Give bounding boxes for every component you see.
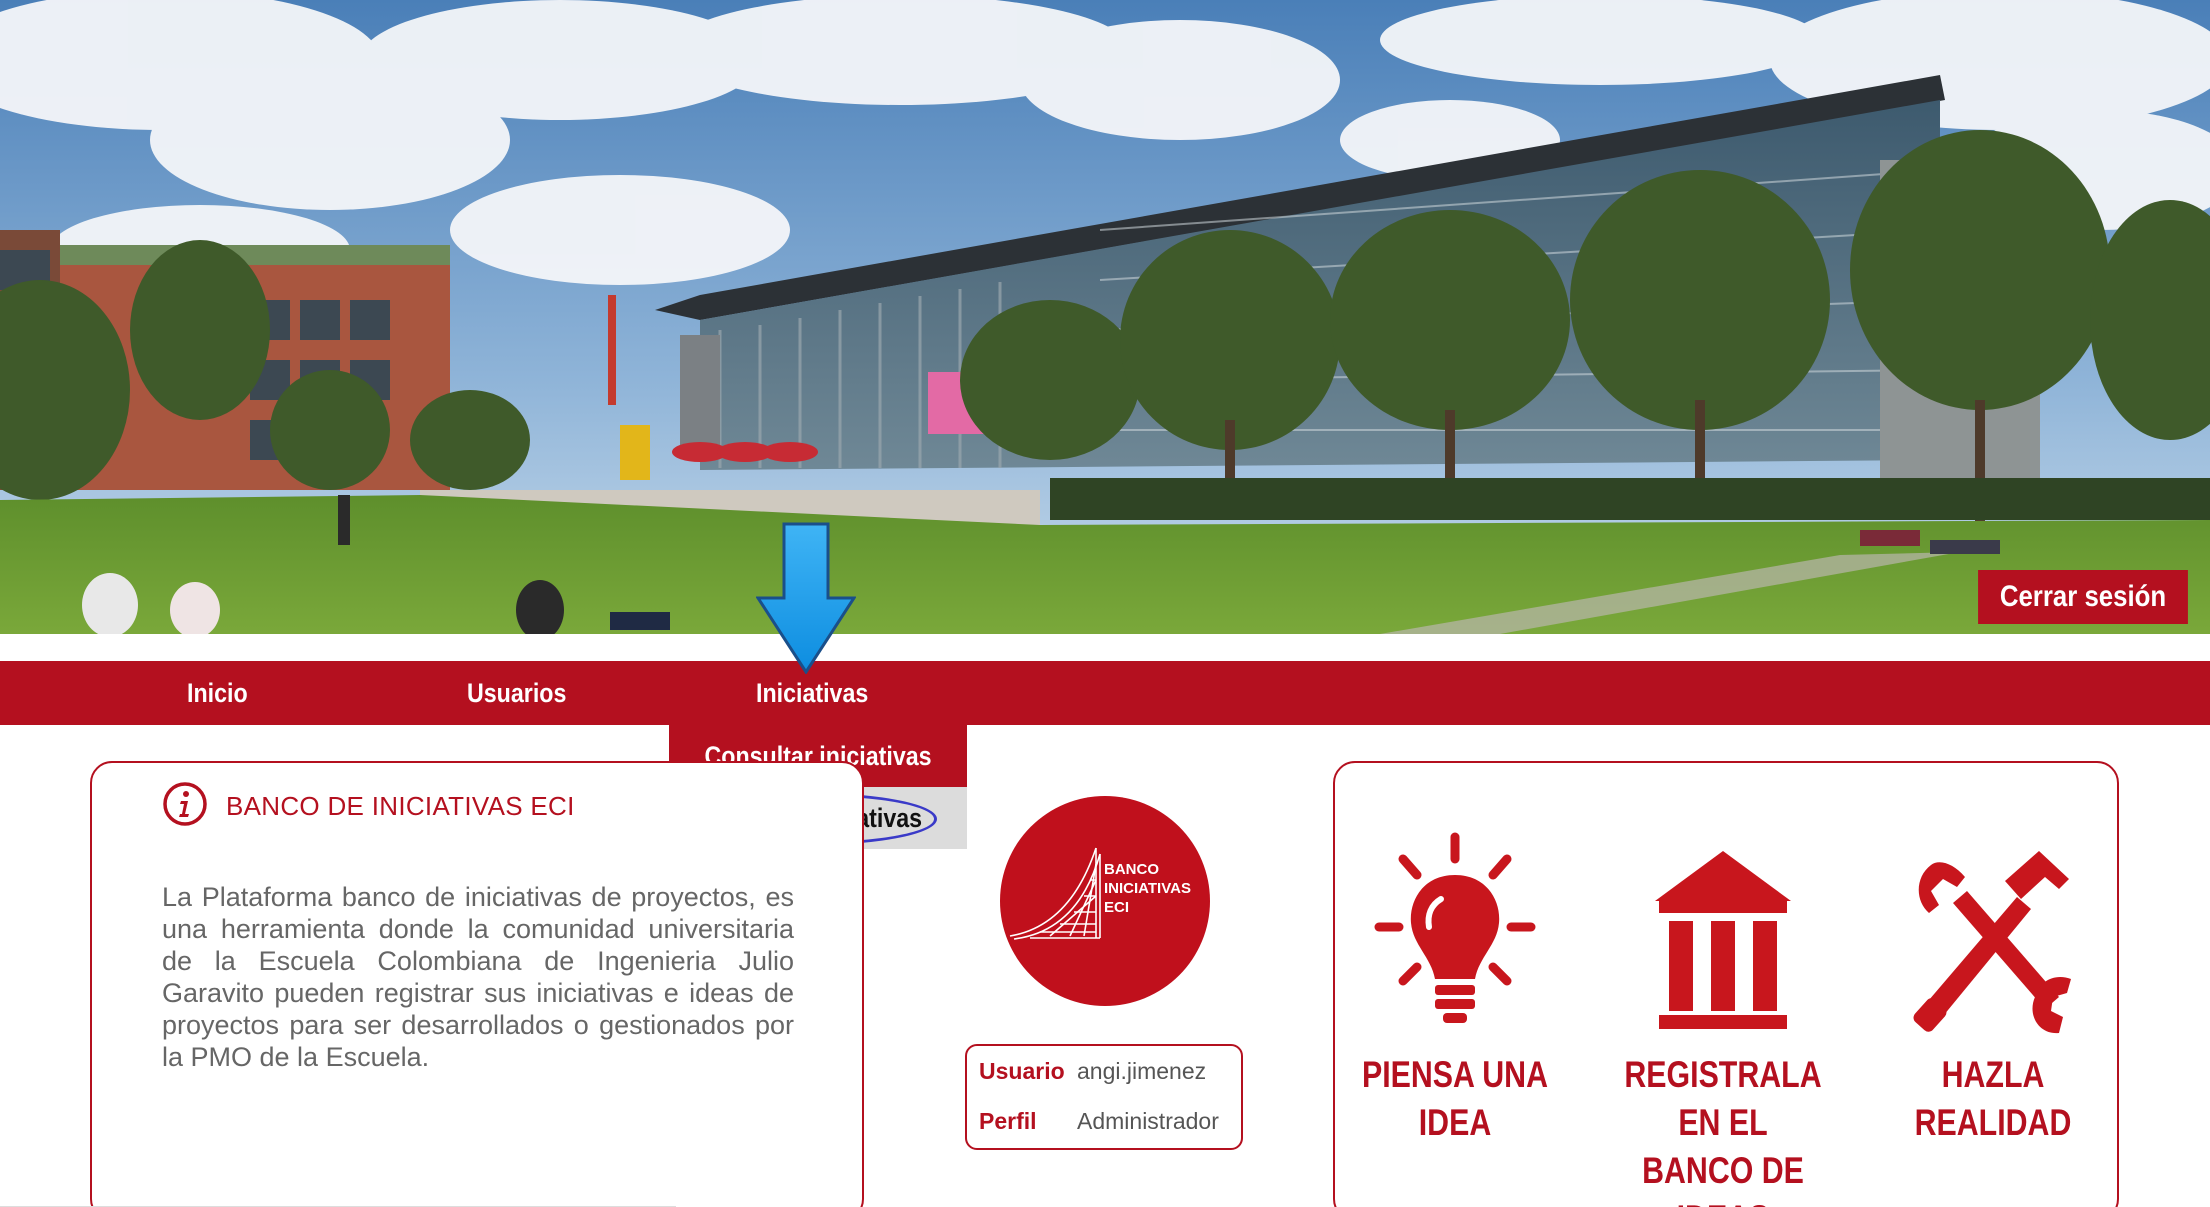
hero-banner-image: Cerrar sesión bbox=[0, 0, 2210, 634]
info-title: BANCO DE INICIATIVAS ECI bbox=[226, 791, 575, 821]
nav-item-label: Inicio bbox=[187, 677, 248, 708]
step-1-caption: PIENSA UNA IDEA bbox=[1335, 1051, 1575, 1147]
step-caption-line: REGISTRALA EN EL bbox=[1624, 1054, 1822, 1143]
info-description: La Plataforma banco de iniciativas de pr… bbox=[162, 882, 794, 1072]
step-caption-line: PIENSA UNA bbox=[1361, 1054, 1548, 1095]
campus-photo bbox=[0, 0, 2210, 634]
step-caption-line: IDEA bbox=[1418, 1102, 1492, 1143]
step-caption-line: REALIDAD bbox=[1914, 1102, 2072, 1143]
user-value: angi.jimenez bbox=[1077, 1058, 1207, 1084]
info-card: BANCO DE INICIATIVAS ECI La Plataforma b… bbox=[90, 761, 864, 1207]
nav-item-usuarios[interactable]: Usuarios bbox=[467, 661, 583, 725]
step-caption-line: HAZLA bbox=[1941, 1054, 2045, 1095]
logo-text: BANCO INICIATIVAS ECI bbox=[1104, 860, 1191, 917]
main-navbar: Inicio Usuarios Iniciativas bbox=[0, 661, 2210, 725]
nav-item-inicio[interactable]: Inicio bbox=[187, 661, 258, 725]
step-caption-line: BANCO DE IDEAS bbox=[1642, 1150, 1804, 1207]
logo-text-line: BANCO bbox=[1104, 861, 1159, 878]
lightbulb-icon bbox=[1374, 832, 1536, 1023]
step-3-caption: HAZLA REALIDAD bbox=[1883, 1051, 2103, 1147]
logout-button[interactable]: Cerrar sesión bbox=[1978, 570, 2188, 624]
nav-item-label: Usuarios bbox=[467, 677, 567, 708]
banco-iniciativas-logo: BANCO INICIATIVAS ECI bbox=[1000, 796, 1210, 1006]
logo-text-line: INICIATIVAS bbox=[1104, 880, 1191, 897]
profile-label: Perfil bbox=[979, 1108, 1037, 1134]
step-2-caption: REGISTRALA EN EL BANCO DE IDEAS bbox=[1573, 1051, 1873, 1207]
profile-value: Administrador bbox=[1077, 1108, 1219, 1134]
steps-card: PIENSA UNA IDEA REGISTRALA EN EL BANCO D… bbox=[1333, 761, 2119, 1207]
logo-text-line: ECI bbox=[1104, 899, 1130, 916]
tools-icon bbox=[1913, 851, 2071, 1034]
user-label: Usuario bbox=[979, 1058, 1065, 1084]
down-arrow-annotation-icon bbox=[756, 522, 856, 674]
info-icon bbox=[163, 782, 207, 826]
bank-icon bbox=[1655, 851, 1791, 1029]
nav-item-label: Iniciativas bbox=[756, 677, 869, 708]
user-info-box: Usuario angi.jimenez Perfil Administrado… bbox=[965, 1044, 1243, 1150]
